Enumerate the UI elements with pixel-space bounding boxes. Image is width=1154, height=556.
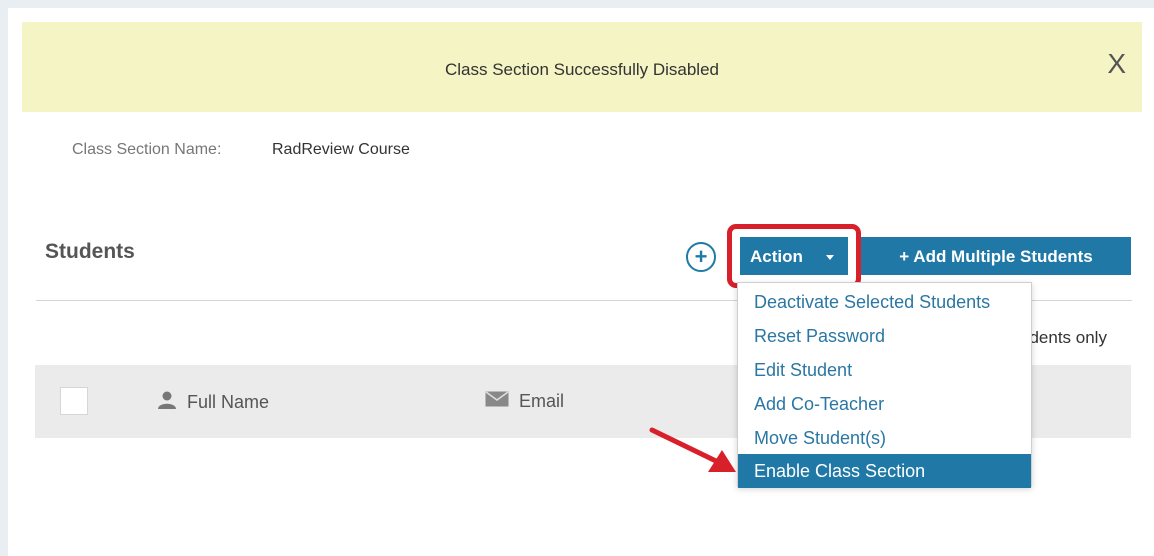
banner-close-button[interactable]: X — [1107, 50, 1126, 78]
action-dropdown-menu: Deactivate Selected Students Reset Passw… — [737, 282, 1032, 488]
students-heading: Students — [45, 240, 135, 263]
menu-item-enable-class-section[interactable]: Enable Class Section — [738, 454, 1031, 488]
menu-item-add-co-teacher[interactable]: Add Co-Teacher — [738, 387, 1031, 421]
class-section-name-value: RadReview Course — [272, 141, 410, 158]
column-label-full-name: Full Name — [187, 392, 270, 412]
menu-item-move-students[interactable]: Move Student(s) — [738, 421, 1031, 455]
annotation-arrow-icon — [649, 427, 736, 472]
select-all-checkbox[interactable] — [60, 387, 88, 415]
action-button-highlight — [727, 224, 861, 288]
class-section-name-label: Class Section Name: — [72, 141, 222, 158]
column-header-full-name[interactable]: Full Name — [157, 391, 269, 414]
add-student-button[interactable]: + — [686, 242, 716, 272]
active-students-filter[interactable]: udents only — [1020, 328, 1107, 348]
column-header-email[interactable]: Email — [485, 391, 564, 412]
user-icon — [157, 391, 177, 414]
add-multiple-students-button[interactable]: + Add Multiple Students — [861, 237, 1131, 275]
plus-circle-icon: + — [694, 244, 708, 269]
menu-item-deactivate-selected-students[interactable]: Deactivate Selected Students — [738, 285, 1031, 319]
menu-item-edit-student[interactable]: Edit Student — [738, 353, 1031, 387]
success-banner: Class Section Successfully Disabled X — [22, 22, 1142, 112]
banner-message: Class Section Successfully Disabled — [444, 60, 719, 79]
menu-item-reset-password[interactable]: Reset Password — [738, 319, 1031, 353]
column-label-email: Email — [519, 391, 565, 411]
envelope-icon — [485, 391, 509, 412]
